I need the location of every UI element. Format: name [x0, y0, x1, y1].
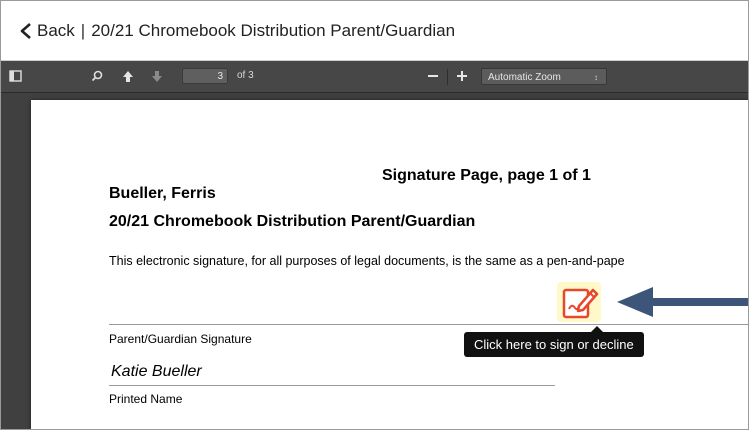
pdf-toolbar: 3 of 3 Automatic Zoom ↕	[1, 61, 748, 93]
pdf-page: Signature Page, page 1 of 1 Bueller, Fer…	[31, 100, 748, 429]
signature-page-title: Signature Page, page 1 of 1	[382, 167, 591, 184]
zoom-value: Automatic Zoom	[488, 72, 561, 83]
app-window: Back | 20/21 Chromebook Distribution Par…	[0, 0, 749, 430]
chevron-left-icon	[20, 22, 31, 39]
form-name: 20/21 Chromebook Distribution Parent/Gua…	[109, 213, 476, 230]
printed-name-value: Katie Bueller	[111, 363, 202, 380]
annotation-arrow-icon	[617, 287, 748, 317]
legal-statement: This electronic signature, for all purpo…	[109, 254, 625, 268]
signature-line	[109, 324, 748, 325]
arrow-down-icon	[152, 70, 162, 82]
signature-label: Parent/Guardian Signature	[109, 332, 252, 346]
next-page-button[interactable]	[147, 66, 167, 86]
page-count: of 3	[237, 70, 254, 81]
header-separator: |	[80, 20, 86, 40]
printed-name-label: Printed Name	[109, 392, 183, 406]
zoom-out-button[interactable]	[423, 66, 443, 86]
sidebar-toggle-icon	[8, 70, 22, 82]
search-icon	[91, 70, 103, 82]
sign-button[interactable]	[557, 282, 601, 322]
page-number-input[interactable]: 3	[182, 68, 228, 84]
sign-document-icon	[562, 288, 599, 319]
page-title: 20/21 Chromebook Distribution Parent/Gua…	[91, 20, 456, 40]
toolbar-divider	[447, 69, 448, 85]
sign-tooltip: Click here to sign or decline	[464, 332, 644, 357]
find-button[interactable]	[87, 66, 107, 86]
back-label: Back	[37, 20, 75, 40]
minus-icon	[428, 75, 438, 77]
person-name: Bueller, Ferris	[109, 185, 216, 202]
zoom-in-button[interactable]	[452, 66, 472, 86]
zoom-select[interactable]: Automatic Zoom ↕	[481, 68, 607, 85]
sidebar-toggle-button[interactable]	[5, 66, 25, 86]
plus-icon	[457, 71, 467, 81]
select-arrows-icon: ↕	[594, 73, 598, 82]
arrow-up-icon	[123, 70, 133, 82]
back-button[interactable]: Back	[19, 21, 75, 41]
previous-page-button[interactable]	[118, 66, 138, 86]
pdf-viewer[interactable]: Signature Page, page 1 of 1 Bueller, Fer…	[1, 93, 748, 429]
printed-name-line	[109, 385, 555, 386]
app-header: Back | 20/21 Chromebook Distribution Par…	[1, 1, 748, 61]
